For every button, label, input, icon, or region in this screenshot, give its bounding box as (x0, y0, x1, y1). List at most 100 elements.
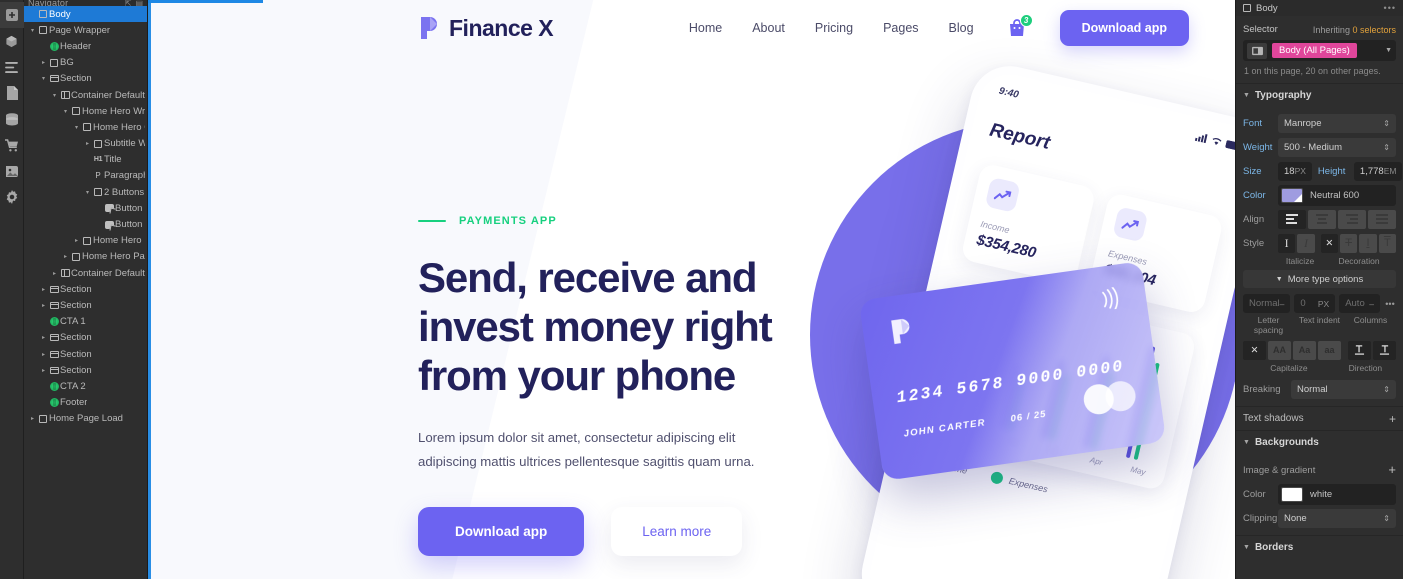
letter-spacing-input[interactable]: Normal – (1243, 294, 1291, 313)
tree-disclosure-icon[interactable] (50, 270, 59, 277)
tree-disclosure-icon[interactable] (83, 189, 92, 196)
tree-item-cta-1[interactable]: CTA 1 (24, 314, 147, 330)
overline-icon[interactable]: T (1378, 233, 1396, 253)
chevron-down-icon[interactable]: ▼ (1385, 47, 1392, 54)
tree-item-home-page-load[interactable]: Home Page Load (24, 411, 147, 427)
weight-select[interactable]: 500 - Medium ⇕ (1278, 137, 1396, 157)
hero-learn-more-button[interactable]: Learn more (611, 507, 743, 556)
tree-disclosure-icon[interactable] (39, 59, 48, 66)
nav-link-pages[interactable]: Pages (883, 21, 918, 35)
direction-rtl-icon[interactable] (1373, 340, 1396, 360)
align-left-icon[interactable] (1278, 209, 1306, 229)
uppercase-icon[interactable]: AA (1268, 340, 1291, 360)
nav-link-blog[interactable]: Blog (949, 21, 974, 35)
hero-download-app-button[interactable]: Download app (418, 507, 585, 556)
tree-item-body[interactable]: Body (24, 6, 147, 23)
capitalize-icon[interactable]: Aa (1293, 340, 1316, 360)
background-color-field[interactable]: white (1278, 483, 1396, 505)
tree-disclosure-icon[interactable] (72, 237, 81, 244)
add-text-shadow-icon[interactable]: + (1389, 413, 1396, 425)
tree-disclosure-icon[interactable] (61, 108, 70, 115)
tree-item-bg[interactable]: BG (24, 55, 147, 71)
tree-disclosure-icon[interactable] (72, 124, 81, 131)
tree-disclosure-icon[interactable] (61, 253, 70, 260)
tree-disclosure-icon[interactable] (39, 286, 48, 293)
borders-section-header[interactable]: ▼ Borders (1236, 535, 1403, 559)
more-type-options-toggle[interactable]: ▼ More type options (1243, 270, 1396, 288)
tree-item-button-primary[interactable]: Button Primary (24, 200, 147, 216)
tree-item-container-default[interactable]: Container Default (24, 265, 147, 281)
text-indent-input[interactable]: 0 PX (1294, 294, 1336, 313)
ecommerce-cart-icon[interactable] (0, 132, 24, 158)
tree-item-home-hero-wrapper[interactable]: Home Hero Wrapper (24, 103, 147, 119)
color-swatch[interactable] (1281, 187, 1303, 203)
add-background-image-icon[interactable]: + (1388, 463, 1396, 476)
font-size-input[interactable]: 18 PX (1278, 161, 1312, 181)
tree-item-section[interactable]: Section (24, 281, 147, 297)
cms-database-icon[interactable] (0, 106, 24, 132)
font-select[interactable]: Manrope ⇕ (1278, 113, 1396, 133)
pages-icon[interactable] (0, 80, 24, 106)
tree-item-section[interactable]: Section (24, 346, 147, 362)
strikethrough-icon[interactable]: T (1339, 233, 1358, 253)
tree-disclosure-icon[interactable] (28, 27, 37, 34)
nav-link-pricing[interactable]: Pricing (815, 21, 853, 35)
brand-logo[interactable]: Finance X (418, 15, 554, 42)
tree-item-cta-2[interactable]: CTA 2 (24, 378, 147, 394)
tree-item-home-hero-image[interactable]: Home Hero Image (24, 233, 147, 249)
backgrounds-section-header[interactable]: ▼ Backgrounds (1236, 430, 1403, 454)
nav-link-home[interactable]: Home (689, 21, 722, 35)
tree-item-section[interactable]: Section (24, 71, 147, 87)
tree-disclosure-icon[interactable] (50, 92, 59, 99)
tree-disclosure-icon[interactable] (39, 334, 48, 341)
navigator-icon[interactable] (0, 54, 24, 80)
tree-item-subtitle-wrapper[interactable]: Subtitle Wrapper (24, 136, 147, 152)
upright-icon[interactable]: I (1278, 233, 1296, 253)
design-canvas[interactable]: Finance X Home About Pricing Pages Blog (148, 0, 1235, 579)
align-justify-icon[interactable] (1368, 209, 1396, 229)
text-shadows-row[interactable]: Text shadows + (1236, 406, 1403, 430)
add-panel-icon[interactable] (0, 2, 24, 28)
tree-item-home-hero-partners[interactable]: Home Hero Partners (24, 249, 147, 265)
tree-item-button-secondary[interactable]: Button Secondary (24, 216, 147, 232)
italic-icon[interactable]: I (1297, 233, 1315, 253)
tree-item-page-wrapper[interactable]: Page Wrapper (24, 22, 147, 38)
tree-disclosure-icon[interactable] (28, 415, 37, 422)
breaking-select[interactable]: Normal ⇕ (1291, 379, 1396, 399)
tree-item-title[interactable]: H1 Title (24, 152, 147, 168)
tree-disclosure-icon[interactable] (39, 351, 48, 358)
tree-item-section[interactable]: Section (24, 330, 147, 346)
columns-more-icon[interactable]: ••• (1384, 294, 1396, 313)
tree-item-section[interactable]: Section (24, 297, 147, 313)
cart-button[interactable]: 3 (1004, 14, 1033, 40)
text-color-label[interactable]: Color (1243, 190, 1278, 201)
selector-state-icon[interactable] (1247, 42, 1267, 59)
selector-field[interactable]: Body (All Pages) ▼ (1243, 40, 1396, 61)
assets-image-icon[interactable] (0, 158, 24, 184)
columns-input[interactable]: Auto – (1339, 294, 1381, 313)
lowercase-icon[interactable]: aa (1318, 340, 1341, 360)
nav-link-about[interactable]: About (752, 21, 785, 35)
tree-disclosure-icon[interactable] (39, 367, 48, 374)
tree-item-header[interactable]: Header (24, 38, 147, 54)
underline-icon[interactable]: I (1359, 233, 1377, 253)
settings-gear-icon[interactable] (0, 184, 24, 210)
align-right-icon[interactable] (1338, 209, 1366, 229)
direction-ltr-icon[interactable] (1348, 340, 1371, 360)
tree-item-section[interactable]: Section (24, 362, 147, 378)
text-color-field[interactable]: Neutral 600 (1278, 184, 1396, 206)
tree-disclosure-icon[interactable] (39, 75, 48, 82)
element-options-icon[interactable]: ••• (1384, 3, 1396, 13)
nav-download-app-button[interactable]: Download app (1059, 10, 1189, 46)
tree-item-footer[interactable]: Footer (24, 395, 147, 411)
clipping-select[interactable]: None ⇕ (1278, 508, 1396, 528)
tree-disclosure-icon[interactable] (39, 302, 48, 309)
line-height-input[interactable]: 1,778 EM (1353, 161, 1403, 181)
font-label[interactable]: Font (1243, 118, 1278, 129)
align-center-icon[interactable] (1308, 209, 1336, 229)
no-decoration-icon[interactable]: ✕ (1320, 233, 1338, 253)
line-height-label[interactable]: Height (1318, 166, 1354, 177)
components-icon[interactable] (0, 28, 24, 54)
weight-label[interactable]: Weight (1243, 142, 1278, 153)
tree-item-paragraph[interactable]: P Paragraph (24, 168, 147, 184)
